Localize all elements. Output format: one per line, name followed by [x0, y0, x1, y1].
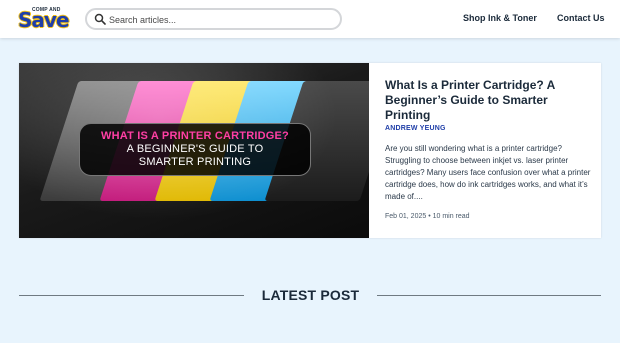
nav-shop-ink-toner[interactable]: Shop Ink & Toner	[463, 13, 537, 23]
latest-post-heading: LATEST POST	[261, 287, 360, 303]
hero-title-line-2: A BEGINNER'S GUIDE TO	[126, 143, 264, 155]
post-meta: Feb 01, 2025 • 10 min read	[385, 213, 470, 220]
post-title[interactable]: What Is a Printer Cartridge? A Beginner’…	[385, 78, 595, 123]
search-icon	[94, 13, 106, 25]
section-divider-left	[19, 295, 244, 296]
search-input[interactable]	[109, 12, 334, 27]
featured-post-card[interactable]: WHAT IS A PRINTER CARTRIDGE? A BEGINNER'…	[19, 63, 601, 238]
hero-title-line-1: WHAT IS A PRINTER CARTRIDGE?	[101, 130, 289, 142]
hero-title-line-3: SMARTER PRINTING	[138, 156, 252, 168]
post-excerpt: Are you still wondering what is a printe…	[385, 144, 591, 201]
featured-post-body: What Is a Printer Cartridge? A Beginner’…	[385, 78, 595, 220]
site-header: COMP AND Save Shop Ink & Toner Contact U…	[0, 0, 620, 38]
post-author[interactable]: ANDREW YEUNG	[385, 125, 595, 132]
nav-contact-us[interactable]: Contact Us	[557, 13, 605, 23]
hero-title-banner: WHAT IS A PRINTER CARTRIDGE? A BEGINNER'…	[79, 123, 311, 176]
search-box[interactable]	[85, 8, 342, 30]
logo-wordmark: Save	[18, 8, 70, 32]
compandsave-logo[interactable]: COMP AND Save	[18, 7, 70, 31]
featured-post-image[interactable]: WHAT IS A PRINTER CARTRIDGE? A BEGINNER'…	[19, 63, 369, 238]
section-divider-right	[377, 295, 601, 296]
